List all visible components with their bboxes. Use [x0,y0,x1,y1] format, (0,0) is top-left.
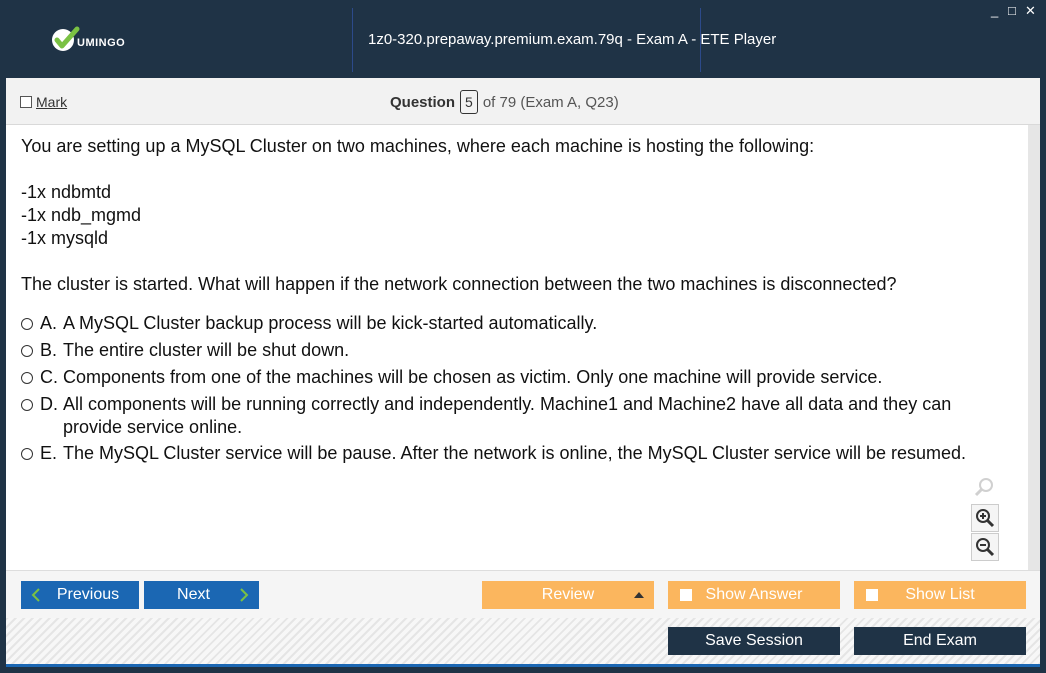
mark-label: Mark [36,94,68,110]
question-info: Question 5 of 79 (Exam A, Q23) [390,90,619,114]
question-of-text: of 79 (Exam A, Q23) [482,93,619,111]
question-intro: You are setting up a MySQL Cluster on tw… [21,136,815,156]
show-answer-button[interactable]: Show Answer [668,581,840,609]
show-list-button[interactable]: Show List [854,581,1026,609]
answer-option-b[interactable]: B. The entire cluster will be shut down. [21,339,1011,362]
question-item: -1x ndb_mgmd [21,205,142,225]
navigation-bar: Previous Next Review Show Answer Show Li… [6,570,1040,619]
radio-icon[interactable] [21,318,33,330]
end-exam-button[interactable]: End Exam [854,627,1026,655]
option-text: A MySQL Cluster backup process will be k… [63,313,598,333]
question-item: -1x ndbmtd [21,182,112,202]
option-text: All components will be running correctly… [63,394,952,437]
option-text: The MySQL Cluster service will be pause.… [63,443,967,463]
option-letter: A. [40,313,58,333]
radio-icon[interactable] [21,345,33,357]
maximize-icon[interactable]: □ [1008,4,1016,17]
answer-option-e[interactable]: E. The MySQL Cluster service will be pau… [21,442,1011,465]
mark-checkbox[interactable]: Mark [20,94,67,110]
option-text: The entire cluster will be shut down. [63,340,350,360]
previous-label: Previous [56,586,120,603]
radio-icon[interactable] [21,372,33,384]
content-scrollbar[interactable] [1028,125,1040,570]
zoom-reset-icon[interactable] [971,474,997,500]
radio-icon[interactable] [21,399,33,411]
end-exam-label: End Exam [903,632,977,649]
option-letter: D. [40,394,58,414]
vumingo-check-logo-icon [52,26,80,51]
checkbox-icon[interactable] [866,589,878,601]
question-header: Mark Question 5 of 79 (Exam A, Q23) [6,78,1040,125]
checkbox-icon[interactable] [680,589,692,601]
next-label: Next [177,586,210,603]
save-session-label: Save Session [705,632,803,649]
question-label: Question [390,93,456,111]
next-button[interactable]: Next [144,581,259,609]
zoom-in-icon[interactable] [971,504,999,532]
title-bar: UMINGO 1z0-320.prepaway.premium.exam.79q… [0,0,1046,78]
option-text: Components from one of the machines will… [63,367,883,387]
show-answer-label: Show Answer [705,586,803,603]
question-number-input[interactable]: 5 [460,90,478,114]
answer-option-d[interactable]: D. All components will be running correc… [21,393,1011,439]
minimize-icon[interactable]: _ [991,4,998,17]
option-letter: E. [40,443,58,463]
question-item: -1x mysqld [21,228,109,248]
caret-up-icon [634,592,644,598]
review-label: Review [541,586,595,603]
window-title: 1z0-320.prepaway.premium.exam.79q - Exam… [368,31,777,48]
question-prompt: The cluster is started. What will happen… [21,274,897,294]
previous-button[interactable]: Previous [21,581,139,609]
checkbox-icon [20,96,32,108]
logo-text: UMINGO [77,37,126,49]
show-list-label: Show List [905,586,975,603]
zoom-out-icon[interactable] [971,533,999,561]
radio-icon[interactable] [21,448,33,460]
window-frame [0,667,1046,673]
question-content: You are setting up a MySQL Cluster on tw… [6,125,1028,570]
close-icon[interactable]: ✕ [1025,4,1036,17]
footer-bar: Save Session End Exam [6,618,1040,664]
save-session-button[interactable]: Save Session [668,627,840,655]
chevron-right-icon [240,588,249,602]
option-letter: C. [40,367,58,387]
review-button[interactable]: Review [482,581,654,609]
answer-option-a[interactable]: A. A MySQL Cluster backup process will b… [21,312,1011,335]
chevron-left-icon [31,588,40,602]
title-divider [352,8,353,72]
answer-option-c[interactable]: C. Components from one of the machines w… [21,366,1011,389]
option-letter: B. [40,340,58,360]
window-frame [1040,78,1046,673]
